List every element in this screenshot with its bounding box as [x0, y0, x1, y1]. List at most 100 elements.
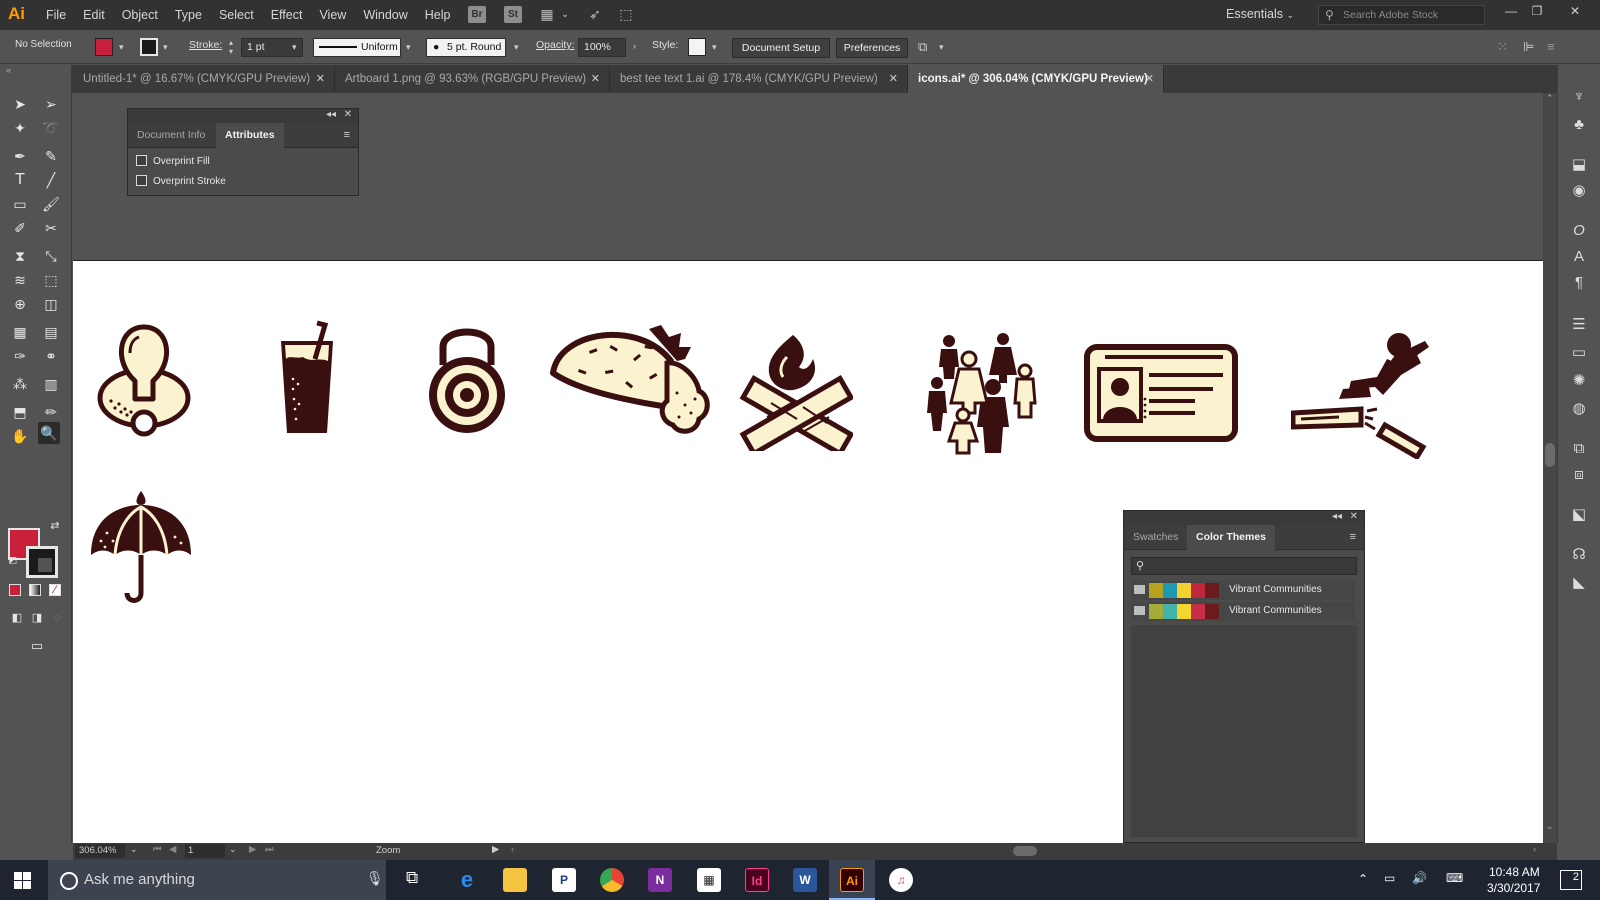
- clock-time[interactable]: 10:48 AM: [1489, 865, 1540, 879]
- tab-best-tee-text[interactable]: best tee text 1.ai @ 178.4% (CMYK/GPU Pr…: [610, 65, 908, 93]
- theme-swatch[interactable]: [1205, 583, 1219, 598]
- menu-edit[interactable]: Edit: [83, 8, 105, 22]
- document-setup-button[interactable]: Document Setup: [732, 38, 830, 58]
- transform-icon[interactable]: ⧉: [918, 39, 927, 55]
- theme-row[interactable]: Vibrant Communities: [1131, 581, 1355, 600]
- close-icon[interactable]: ✕: [1145, 65, 1154, 93]
- theme-swatch[interactable]: [1163, 604, 1177, 619]
- edge-icon[interactable]: e: [455, 868, 479, 892]
- task-view-icon[interactable]: ⧉: [406, 868, 418, 888]
- blend-tool-icon[interactable]: ⚭: [40, 345, 62, 367]
- swap-colors-icon[interactable]: ⇄: [44, 515, 66, 537]
- collapse-icon[interactable]: ◂◂: [326, 109, 336, 120]
- chevron-down-icon[interactable]: ▾: [406, 42, 411, 53]
- chevron-down-icon[interactable]: ▾: [163, 42, 168, 53]
- theme-swatch[interactable]: [1205, 604, 1219, 619]
- paintbrush-tool-icon[interactable]: 🖌: [40, 193, 62, 215]
- clock-date[interactable]: 3/30/2017: [1487, 881, 1540, 895]
- panel-menu-icon[interactable]: ≡: [1350, 531, 1356, 543]
- panel-menu-icon[interactable]: ≡: [344, 129, 350, 141]
- close-icon[interactable]: ✕: [1350, 511, 1358, 522]
- indesign-icon[interactable]: Id: [745, 868, 769, 892]
- draw-normal-icon[interactable]: ◧: [6, 607, 28, 629]
- itunes-icon[interactable]: ♫: [889, 868, 913, 892]
- shape-builder-tool-icon[interactable]: ⊕: [9, 293, 31, 315]
- arrange-icon[interactable]: ⊫: [1523, 39, 1534, 55]
- bridge-icon[interactable]: Br: [468, 6, 486, 23]
- campfire-icon[interactable]: [737, 331, 853, 451]
- chevron-down-icon[interactable]: ▾: [514, 42, 519, 53]
- pacifier-icon[interactable]: [95, 323, 193, 441]
- gradient-mode-icon[interactable]: [29, 584, 41, 596]
- scroll-left-icon[interactable]: ‹: [511, 844, 514, 855]
- gradient-tool-icon[interactable]: ▤: [40, 321, 62, 343]
- menu-select[interactable]: Select: [219, 8, 254, 22]
- shaper-tool-icon[interactable]: ✐: [9, 217, 31, 239]
- scrollbar-thumb[interactable]: [1545, 443, 1555, 467]
- menu-effect[interactable]: Effect: [271, 8, 303, 22]
- workspace-switcher[interactable]: Essentials ⌄: [1226, 7, 1294, 21]
- variable-width-profile[interactable]: Uniform: [313, 38, 401, 57]
- lasso-tool-icon[interactable]: ➰: [40, 117, 62, 139]
- collapse-icon[interactable]: «: [6, 65, 11, 75]
- taco-icon[interactable]: [549, 321, 715, 441]
- keyboard-icon[interactable]: ⌨: [1446, 871, 1463, 885]
- menu-window[interactable]: Window: [363, 8, 407, 22]
- stroke-color-swatch[interactable]: [140, 38, 158, 56]
- slice-tool-icon[interactable]: ✏: [40, 401, 62, 423]
- none-mode-icon[interactable]: ⁄: [49, 584, 61, 596]
- scale-tool-icon[interactable]: ⤡: [40, 245, 62, 267]
- opentype-icon[interactable]: O: [1569, 221, 1589, 241]
- width-tool-icon[interactable]: ≋: [9, 269, 31, 291]
- asset-export-icon[interactable]: ⬓: [1569, 155, 1589, 175]
- panel-titlebar[interactable]: ◂◂ ✕: [128, 109, 358, 123]
- chevron-down-icon[interactable]: ▾: [939, 42, 944, 53]
- chevron-down-icon[interactable]: ⌄: [229, 844, 237, 855]
- theme-swatch[interactable]: [1191, 604, 1205, 619]
- opacity-label[interactable]: Opacity:: [536, 39, 575, 51]
- chevron-down-icon[interactable]: ▾: [292, 42, 297, 53]
- symbol-sprayer-tool-icon[interactable]: ⁂: [9, 373, 31, 395]
- theme-swatch[interactable]: [1177, 583, 1191, 598]
- scroll-right-icon[interactable]: ›: [1533, 844, 1536, 855]
- selection-tool-icon[interactable]: ➤: [9, 93, 31, 115]
- volume-icon[interactable]: 🔊: [1412, 871, 1427, 885]
- menu-view[interactable]: View: [319, 8, 346, 22]
- color-guide-icon[interactable]: ☊: [1569, 545, 1589, 565]
- id-card-icon[interactable]: [1083, 343, 1239, 443]
- chevron-right-icon[interactable]: ›: [633, 41, 636, 51]
- stroke-label[interactable]: Stroke:: [189, 39, 222, 51]
- tab-swatches[interactable]: Swatches: [1124, 525, 1188, 550]
- close-icon[interactable]: ✕: [344, 109, 352, 120]
- notifications-icon[interactable]: 2: [1560, 870, 1582, 890]
- eyedropper-tool-icon[interactable]: ✑: [9, 345, 31, 367]
- artboards-icon[interactable]: ⧈: [1569, 465, 1589, 485]
- battery-icon[interactable]: ▭: [1384, 871, 1395, 885]
- panel-titlebar[interactable]: ◂◂ ✕: [1124, 511, 1364, 525]
- color-mode-icon[interactable]: [9, 584, 21, 596]
- draw-inside-icon[interactable]: ◌: [46, 607, 68, 629]
- next-artboard-icon[interactable]: ▶: [249, 844, 256, 855]
- menu-file[interactable]: File: [46, 8, 66, 22]
- calendar-icon[interactable]: ▦: [697, 868, 721, 892]
- chevron-down-icon[interactable]: ⌄: [556, 6, 574, 23]
- rectangle-tool-icon[interactable]: ▭: [9, 193, 31, 215]
- last-artboard-icon[interactable]: ⏭: [265, 844, 274, 855]
- fill-color-swatch[interactable]: [95, 38, 113, 56]
- menu-object[interactable]: Object: [122, 8, 158, 22]
- search-adobe-stock-input[interactable]: Search Adobe Stock: [1318, 5, 1485, 25]
- onenote-icon[interactable]: N: [648, 868, 672, 892]
- tab-untitled-1[interactable]: Untitled-1* @ 16.67% (CMYK/GPU Preview) ✕: [73, 65, 335, 93]
- graphic-style-swatch[interactable]: [688, 38, 706, 56]
- previous-artboard-icon[interactable]: ◀: [169, 844, 176, 855]
- panel-menu-icon[interactable]: ≡: [1547, 39, 1555, 54]
- tab-artboard-1[interactable]: Artboard 1.png @ 93.63% (RGB/GPU Preview…: [335, 65, 610, 93]
- type-tool-icon[interactable]: T: [9, 169, 31, 191]
- free-transform-tool-icon[interactable]: ⬚: [40, 269, 62, 291]
- stroke-panel-icon[interactable]: ☰: [1569, 315, 1589, 335]
- overprint-fill-checkbox[interactable]: [136, 155, 147, 166]
- close-icon[interactable]: ✕: [591, 65, 600, 93]
- pen-tool-icon[interactable]: ✒: [9, 145, 31, 167]
- character-icon[interactable]: A: [1569, 247, 1589, 267]
- chevron-down-icon[interactable]: ▾: [712, 42, 717, 53]
